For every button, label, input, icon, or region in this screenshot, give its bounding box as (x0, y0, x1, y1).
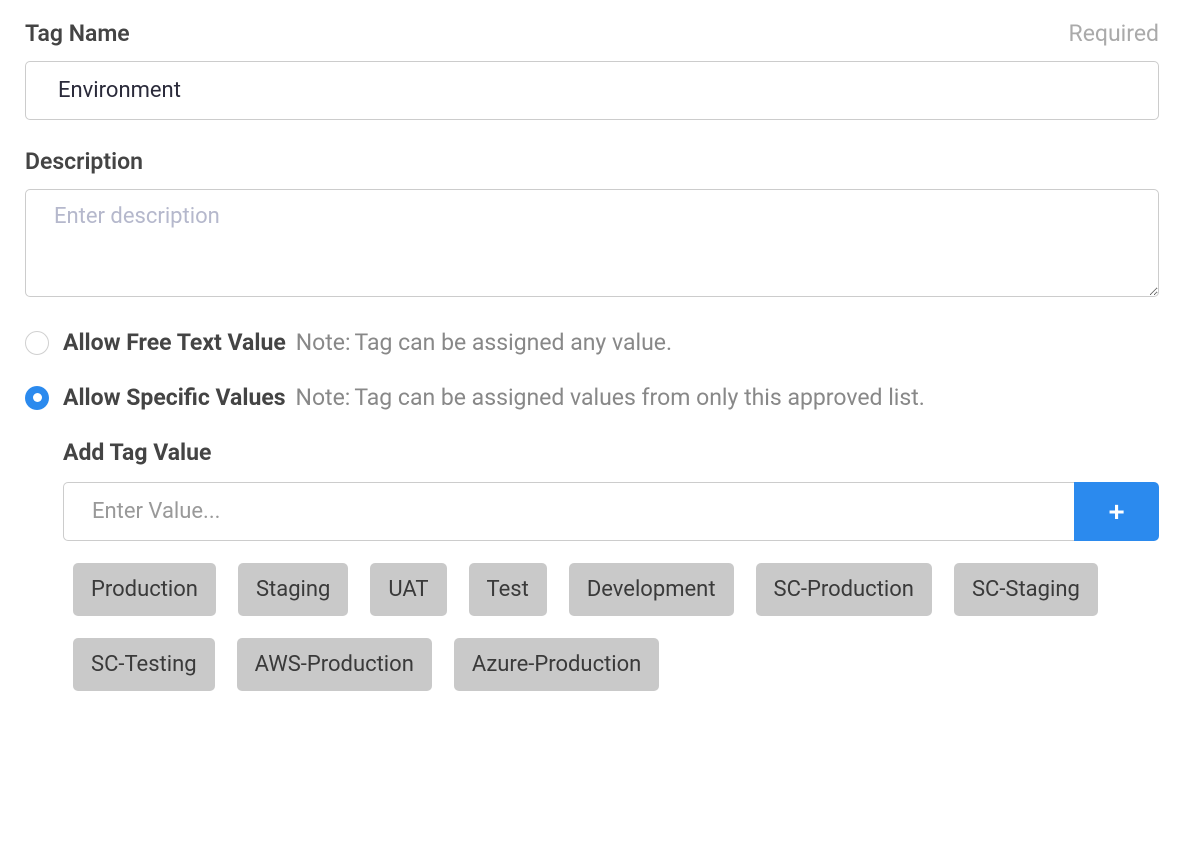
radio-specific-values-label: Allow Specific Values (63, 384, 286, 411)
tag-value-chip[interactable]: UAT (370, 563, 446, 616)
radio-free-text-row: Allow Free Text Value Note: Tag can be a… (25, 329, 1159, 356)
tag-value-chip[interactable]: SC-Staging (954, 563, 1098, 616)
tag-value-chip[interactable]: Azure-Production (454, 638, 659, 691)
tag-name-label-row: Tag Name Required (25, 20, 1159, 47)
add-tag-value-label: Add Tag Value (63, 439, 1159, 466)
plus-icon: + (1108, 496, 1124, 528)
radio-specific-values-row: Allow Specific Values Note: Tag can be a… (25, 384, 1159, 411)
add-tag-value-input[interactable] (63, 482, 1074, 541)
description-label: Description (25, 148, 143, 175)
tag-name-input[interactable] (25, 61, 1159, 120)
tag-value-chip[interactable]: Production (73, 563, 216, 616)
tag-value-chip[interactable]: SC-Production (756, 563, 932, 616)
radio-free-text-note-prefix: Note: (296, 329, 351, 356)
tag-value-chip[interactable]: Test (469, 563, 547, 616)
radio-selected-dot-icon (33, 393, 42, 402)
radio-free-text[interactable] (25, 331, 49, 355)
specific-values-section: Add Tag Value + Production Staging UAT Test… (25, 439, 1159, 691)
description-textarea[interactable] (25, 189, 1159, 297)
tag-value-chip[interactable]: AWS-Production (237, 638, 432, 691)
description-field-group: Description (25, 148, 1159, 301)
tag-values-container: Production Staging UAT Test Development SC-Pr… (63, 563, 1159, 691)
radio-specific-values-note: Tag can be assigned values from only thi… (354, 384, 925, 411)
radio-free-text-label: Allow Free Text Value (63, 329, 286, 356)
add-tag-value-button[interactable]: + (1074, 482, 1159, 541)
radio-free-text-note: Tag can be assigned any value. (355, 329, 673, 356)
description-label-row: Description (25, 148, 1159, 175)
radio-specific-values-note-prefix: Note: (296, 384, 351, 411)
radio-specific-values-text: Allow Specific Values Note: Tag can be a… (63, 384, 925, 411)
radio-specific-values[interactable] (25, 386, 49, 410)
radio-free-text-text: Allow Free Text Value Note: Tag can be a… (63, 329, 672, 356)
tag-name-field-group: Tag Name Required (25, 20, 1159, 120)
tag-value-chip[interactable]: Staging (238, 563, 348, 616)
tag-value-chip[interactable]: Development (569, 563, 734, 616)
required-indicator: Required (1069, 20, 1159, 47)
tag-value-chip[interactable]: SC-Testing (73, 638, 215, 691)
add-tag-value-row: + (63, 482, 1159, 541)
tag-name-label: Tag Name (25, 20, 130, 47)
